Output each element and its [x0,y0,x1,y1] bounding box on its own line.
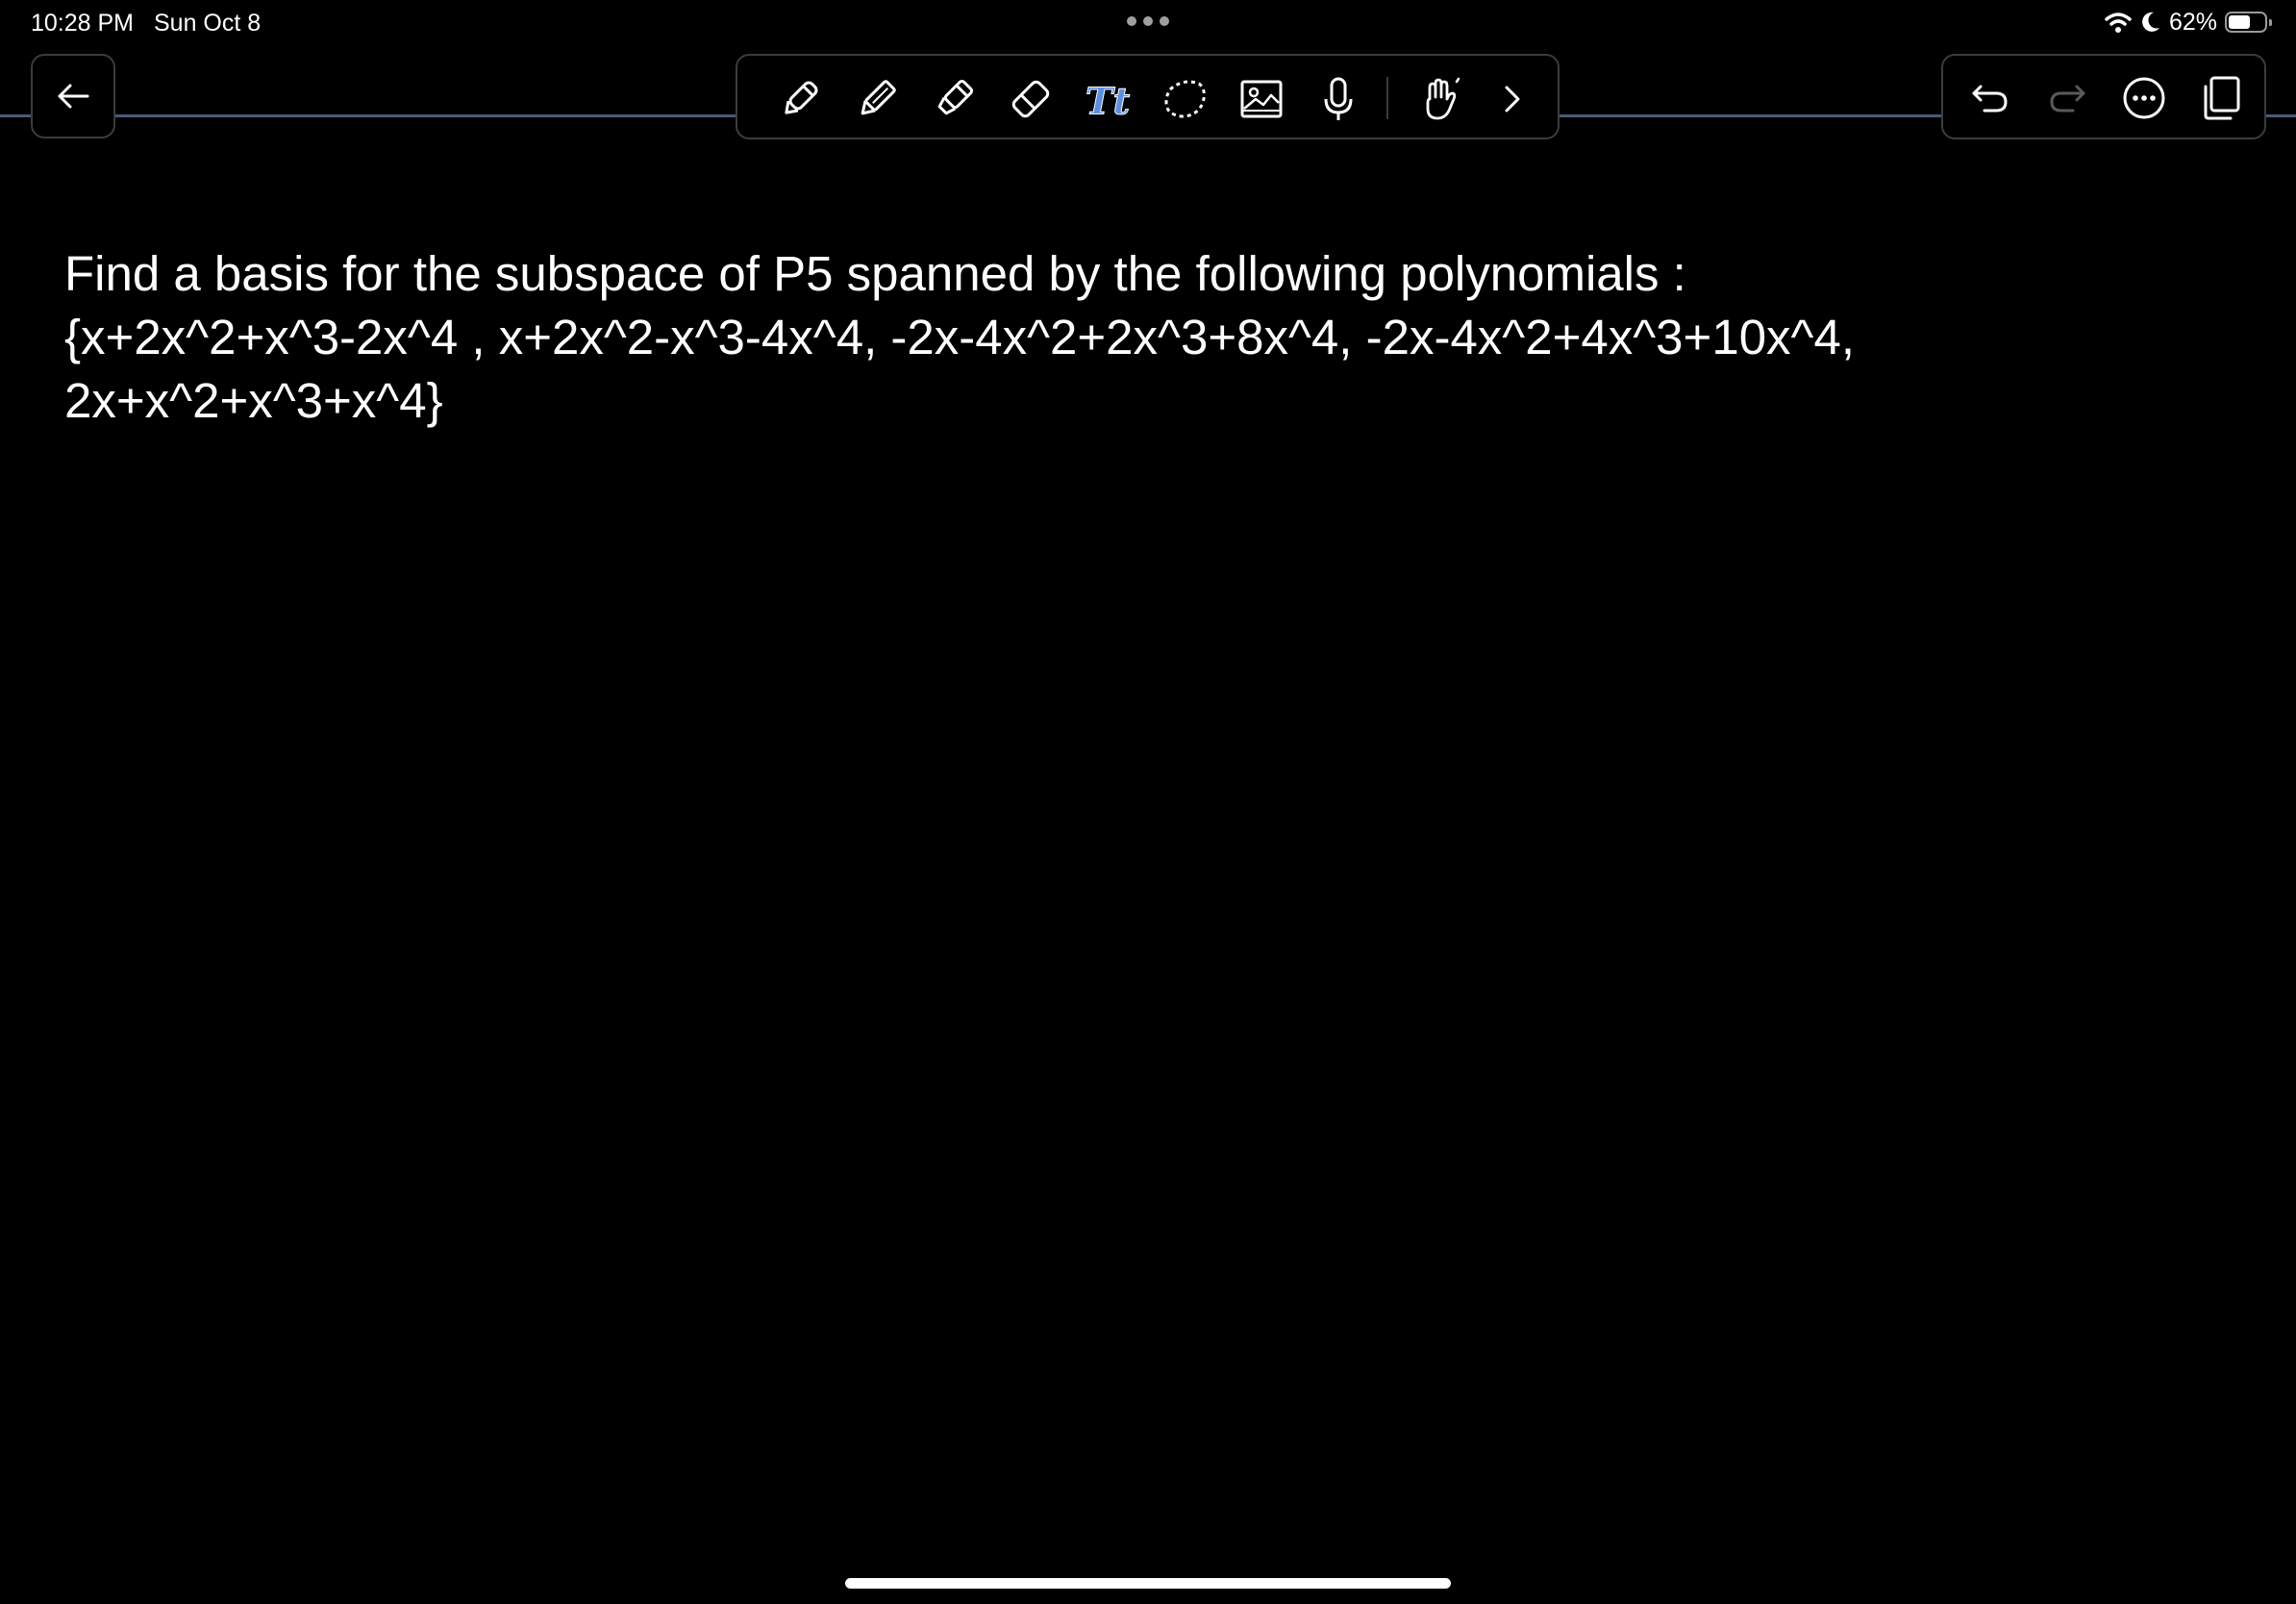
text-tool-button[interactable]: Tt [1084,75,1132,123]
wifi-icon [2105,13,2132,33]
battery-icon [2225,12,2272,33]
note-line-3: 2x+x^2+x^3+x^4} [64,373,443,428]
microphone-icon [1324,77,1353,120]
pencil-icon [861,80,896,115]
redo-icon [2050,85,2085,113]
hand-gesture-tool-button[interactable] [1415,75,1463,123]
lasso-tool-button[interactable] [1160,75,1209,123]
note-line-1: Find a basis for the subspace of P5 span… [64,246,1686,301]
svg-text:Tt: Tt [1086,80,1131,122]
pages-icon [2204,76,2240,120]
image-tool-button[interactable] [1237,75,1285,123]
lasso-icon [1164,80,1206,118]
undo-button[interactable] [1966,74,2014,122]
home-indicator[interactable] [845,1578,1451,1589]
arrow-left-icon [58,84,89,109]
note-line-2: {x+2x^2+x^3-2x^4 , x+2x^2-x^3-4x^4, -2x-… [64,310,1856,364]
notes-app-screen: 10:28 PM Sun Oct 8 62% Tt Find a basis f… [0,0,2296,1604]
back-button[interactable] [31,54,115,138]
document-actions-bar [1941,54,2266,139]
note-text-block[interactable]: Find a basis for the subspace of P5 span… [64,242,2228,433]
toolbar-expand-button[interactable] [1487,75,1535,123]
battery-level-fill [2229,15,2250,29]
microphone-tool-button[interactable] [1314,75,1362,123]
battery-percentage: 62% [2168,8,2217,36]
eraser-tool-button[interactable] [1007,75,1055,123]
hand-gesture-icon [1426,77,1460,120]
more-options-button[interactable] [2120,74,2168,122]
status-indicators: 62% [2104,8,2272,37]
toolbar-separator [1386,77,1388,119]
chevron-right-icon [1505,86,1520,113]
highlighter-tool-button[interactable] [930,75,978,123]
text-tool-icon: Tt [1085,80,1131,122]
more-icon [2123,77,2165,119]
pages-button[interactable] [2197,74,2245,122]
eraser-icon [1011,80,1050,118]
highlighter-icon [937,79,974,115]
pencil-tool-button[interactable] [853,75,901,123]
status-bar: 10:28 PM Sun Oct 8 62% [0,0,2296,44]
status-date: Sun Oct 8 [154,10,262,37]
drawing-toolbar: Tt [736,54,1560,139]
undo-icon [1972,85,2008,113]
moon-icon [2142,12,2159,32]
multitasking-menu-icon[interactable] [1127,16,1169,28]
status-time: 10:28 PM [31,10,135,37]
image-icon [1240,80,1283,118]
pen-tool-button[interactable] [776,75,824,123]
redo-button[interactable] [2043,74,2091,122]
pen-icon [785,81,818,114]
